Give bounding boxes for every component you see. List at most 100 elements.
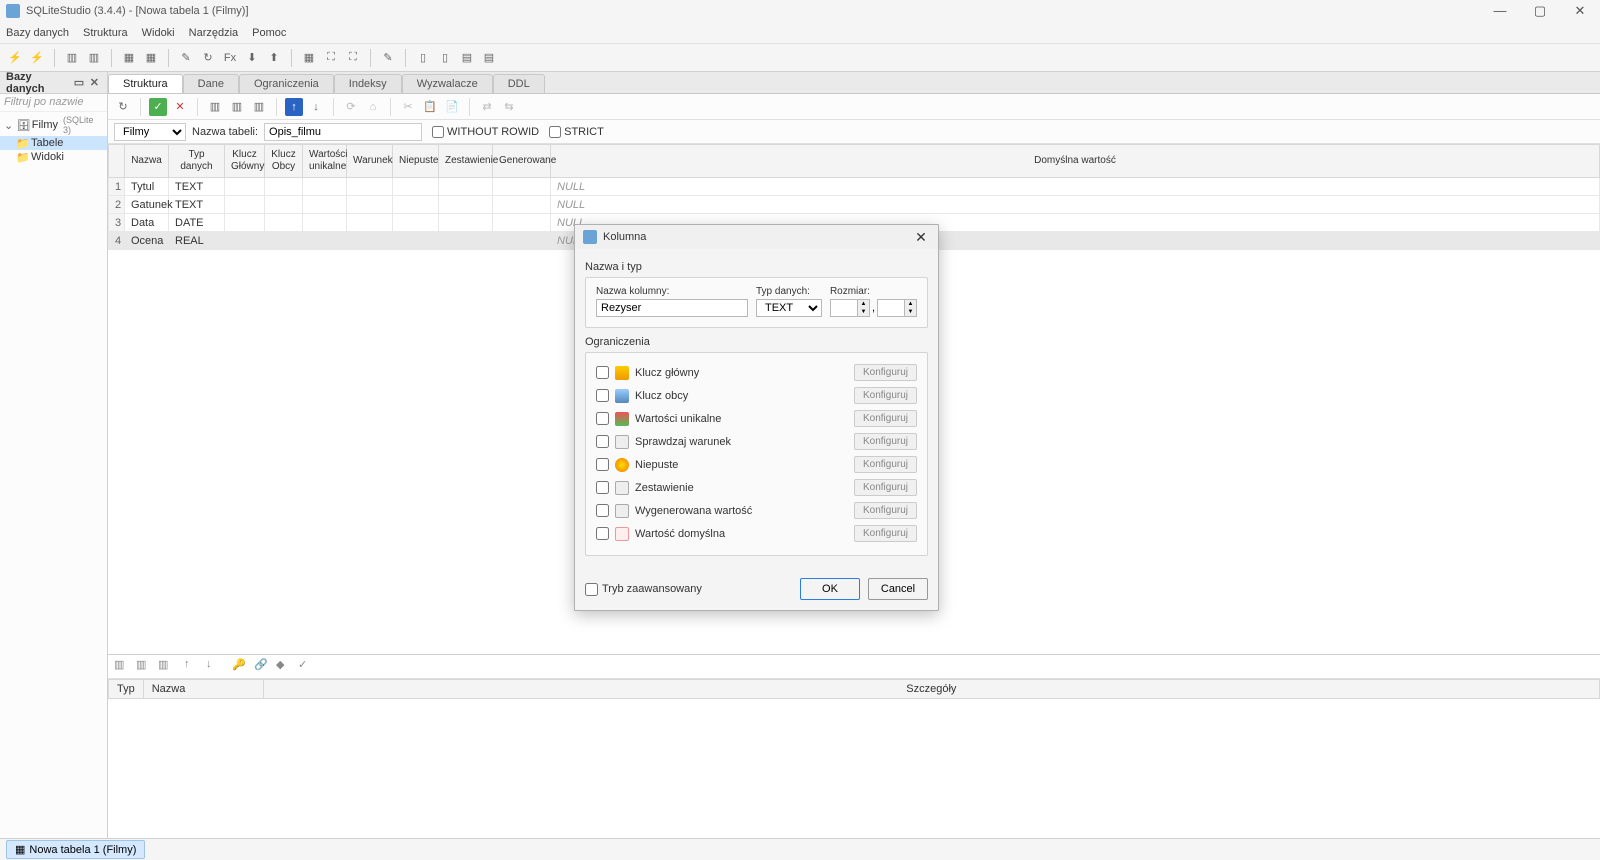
edit-db-icon[interactable]: ▥	[85, 49, 103, 67]
column-name-input[interactable]	[596, 299, 748, 317]
add-constraint-icon[interactable]: ▥	[114, 658, 132, 676]
fk-icon[interactable]: 🔗	[254, 658, 272, 676]
table-name-input[interactable]	[264, 123, 422, 141]
col-header[interactable]: Klucz Obcy	[265, 145, 303, 178]
cell-name[interactable]: Ocena	[125, 232, 169, 250]
history-icon[interactable]: ↻	[199, 49, 217, 67]
layout-icon[interactable]: ▤	[480, 49, 498, 67]
layout-icon[interactable]: ▯	[436, 49, 454, 67]
constraint-checkbox[interactable]	[596, 366, 609, 379]
tab-indexes[interactable]: Indeksy	[334, 74, 402, 93]
column-row[interactable]: 1TytulTEXTNULL	[109, 178, 1600, 196]
tree-db-item[interactable]: ⌄ 🗄 Filmy (SQLite 3)	[0, 114, 107, 136]
cell-name[interactable]: Tytul	[125, 178, 169, 196]
col-header[interactable]: Warunek	[347, 145, 393, 178]
tab-triggers[interactable]: Wyzwalacze	[402, 74, 493, 93]
col-header[interactable]: Domyślna wartość	[551, 145, 1600, 178]
constraint-checkbox[interactable]	[596, 481, 609, 494]
constraint-checkbox[interactable]	[596, 458, 609, 471]
unique-icon[interactable]: ◆	[276, 658, 294, 676]
strict-input[interactable]	[549, 126, 561, 138]
pk-icon[interactable]: 🔑	[232, 658, 250, 676]
disconnect-icon[interactable]: ⚡	[28, 49, 46, 67]
constraint-checkbox[interactable]	[596, 389, 609, 402]
move-up-icon[interactable]: ↑	[285, 98, 303, 116]
col-header[interactable]: Szczegóły	[263, 680, 1599, 699]
strict-checkbox[interactable]: STRICT	[549, 126, 604, 138]
cell-type[interactable]: TEXT	[169, 196, 225, 214]
configure-button[interactable]: Konfiguruj	[854, 456, 917, 473]
delete-column-icon[interactable]: ▥	[250, 98, 268, 116]
advanced-mode-checkbox[interactable]: Tryb zaawansowany	[585, 583, 792, 596]
configure-button[interactable]: Konfiguruj	[854, 364, 917, 381]
maximize-button[interactable]: ▢	[1526, 3, 1554, 19]
dialog-close-icon[interactable]: ✕	[912, 229, 930, 246]
size-spinner-1[interactable]: ▲▼	[830, 299, 870, 317]
up-icon[interactable]: ↑	[184, 658, 202, 676]
twisty-icon[interactable]: ⌄	[4, 119, 14, 132]
fx-icon[interactable]: Fx	[221, 49, 239, 67]
new-table-icon[interactable]: ▦	[120, 49, 138, 67]
grid-icon[interactable]: ▦	[300, 49, 318, 67]
col-header[interactable]: Nazwa	[125, 145, 169, 178]
export-icon[interactable]: ⬆	[265, 49, 283, 67]
col-header[interactable]: Wartości unikalne	[303, 145, 347, 178]
menu-views[interactable]: Widoki	[142, 27, 175, 39]
cell-default[interactable]: NULL	[551, 196, 1600, 214]
menu-tools[interactable]: Narzędzia	[189, 27, 239, 39]
col-header[interactable]: Nazwa	[143, 680, 263, 699]
tab-ddl[interactable]: DDL	[493, 74, 545, 93]
cancel-button[interactable]: Cancel	[868, 578, 928, 600]
without-rowid-checkbox[interactable]: WITHOUT ROWID	[432, 126, 539, 138]
rollback-icon[interactable]: ✕	[171, 98, 189, 116]
configure-button[interactable]: Konfiguruj	[854, 502, 917, 519]
menu-structure[interactable]: Struktura	[83, 27, 128, 39]
refresh-icon[interactable]: ↻	[114, 98, 132, 116]
menu-help[interactable]: Pomoc	[252, 27, 286, 39]
constraint-checkbox[interactable]	[596, 527, 609, 540]
tab-structure[interactable]: Struktura	[108, 74, 183, 93]
minimize-button[interactable]: —	[1486, 3, 1514, 19]
size-spinner-2[interactable]: ▲▼	[877, 299, 917, 317]
edit-column-icon[interactable]: ▥	[228, 98, 246, 116]
advanced-mode-input[interactable]	[585, 583, 598, 596]
tab-constraints[interactable]: Ograniczenia	[239, 74, 334, 93]
cell-type[interactable]: DATE	[169, 214, 225, 232]
ok-button[interactable]: OK	[800, 578, 860, 600]
tree-views-node[interactable]: 📁 Widoki	[0, 150, 107, 164]
commit-icon[interactable]: ✓	[149, 98, 167, 116]
close-button[interactable]: ✕	[1566, 3, 1594, 19]
cell-type[interactable]: REAL	[169, 232, 225, 250]
spinner-buttons[interactable]: ▲▼	[905, 299, 917, 317]
database-select[interactable]: Filmy	[114, 123, 186, 141]
menu-databases[interactable]: Bazy danych	[6, 27, 69, 39]
cell-default[interactable]: NULL	[551, 178, 1600, 196]
down-icon[interactable]: ↓	[206, 658, 224, 676]
cell-name[interactable]: Data	[125, 214, 169, 232]
connect-icon[interactable]: ⚡	[6, 49, 24, 67]
undock-icon[interactable]: ▭	[72, 76, 85, 90]
data-type-select[interactable]: TEXT	[756, 299, 822, 317]
without-rowid-input[interactable]	[432, 126, 444, 138]
tool-icon[interactable]: ✎	[379, 49, 397, 67]
configure-button[interactable]: Konfiguruj	[854, 387, 917, 404]
layout-icon[interactable]: ▯	[414, 49, 432, 67]
cell-type[interactable]: TEXT	[169, 178, 225, 196]
add-db-icon[interactable]: ▥	[63, 49, 81, 67]
cell-name[interactable]: Gatunek	[125, 196, 169, 214]
configure-button[interactable]: Konfiguruj	[854, 479, 917, 496]
size-input-1[interactable]	[830, 299, 858, 317]
col-header[interactable]: Typ	[109, 680, 144, 699]
move-down-icon[interactable]: ↓	[307, 98, 325, 116]
import-icon[interactable]: ⬇	[243, 49, 261, 67]
sql-editor-icon[interactable]: ✎	[177, 49, 195, 67]
filter-input[interactable]: Filtruj po nazwie	[0, 94, 107, 112]
col-header[interactable]: Zestawienie	[439, 145, 493, 178]
configure-button[interactable]: Konfiguruj	[854, 525, 917, 542]
col-header[interactable]: Typ danych	[169, 145, 225, 178]
constraint-checkbox[interactable]	[596, 412, 609, 425]
add-column-icon[interactable]: ▥	[206, 98, 224, 116]
col-header[interactable]: Klucz Główny	[225, 145, 265, 178]
edit-table-icon[interactable]: ▦	[142, 49, 160, 67]
size-input-2[interactable]	[877, 299, 905, 317]
